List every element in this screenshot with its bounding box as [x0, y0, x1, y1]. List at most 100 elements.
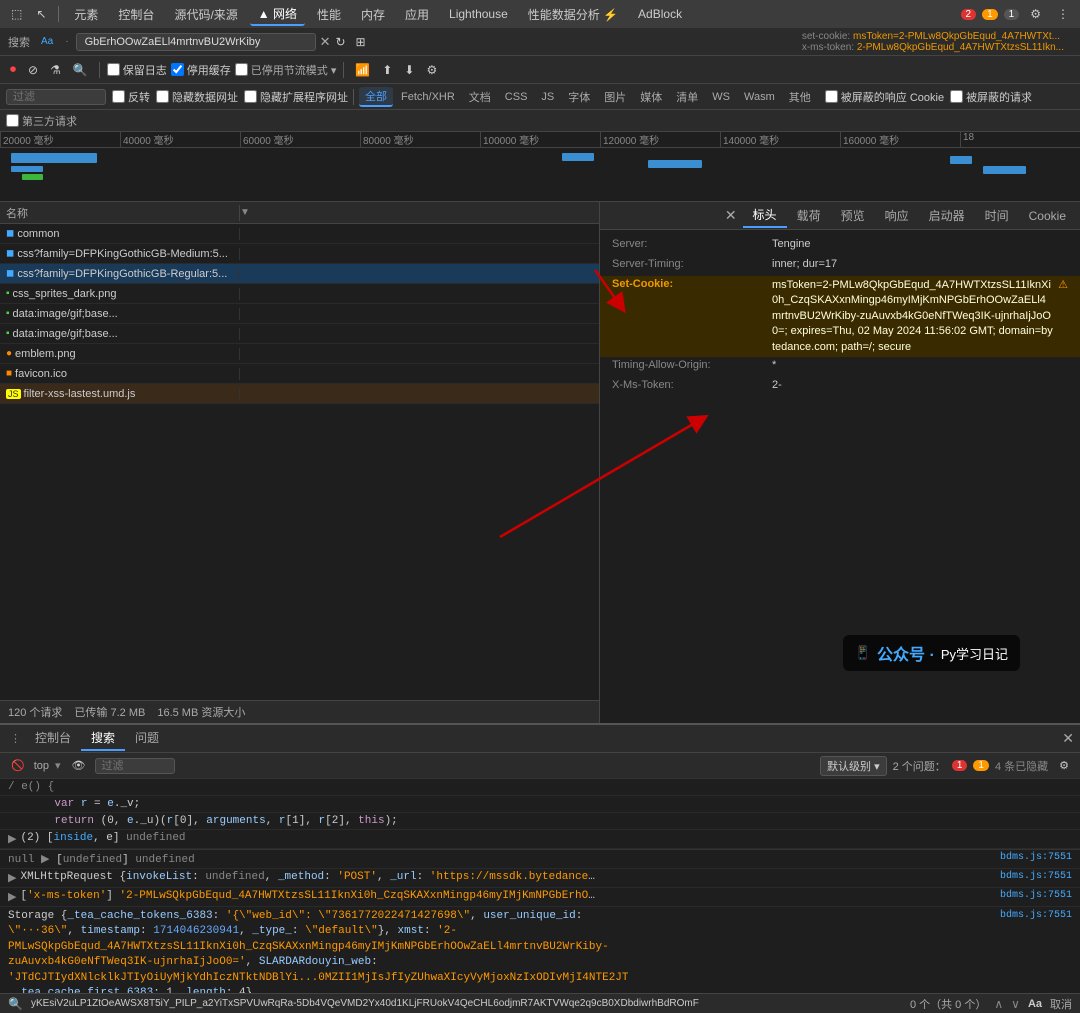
stop-btn[interactable]: ⊘	[24, 61, 42, 79]
search-format-btn[interactable]: Aa	[36, 34, 58, 49]
record-btn[interactable]: ⏺	[6, 60, 20, 79]
cache-checked-label[interactable]: 已停用节流模式 ▾	[235, 62, 337, 78]
blocked-cookie-checkbox[interactable]	[825, 90, 838, 103]
filter-img[interactable]: 图片	[598, 88, 632, 106]
tab-performance[interactable]: 性能	[309, 4, 349, 25]
tab-sources[interactable]: 源代码/来源	[166, 4, 245, 25]
preserve-log-checkbox[interactable]	[107, 63, 120, 76]
third-party-checkbox[interactable]	[6, 114, 19, 127]
blocked-cookie-label[interactable]: 被屏蔽的响应 Cookie	[825, 89, 944, 105]
tab-initiator[interactable]: 启动器	[919, 204, 975, 227]
entry-source[interactable]: bdms.js:7551	[1000, 852, 1072, 863]
console-settings-btn[interactable]: ⚙	[1054, 757, 1074, 774]
tab-response[interactable]: 响应	[875, 204, 919, 227]
filter-network-btn[interactable]: ⚗	[46, 61, 65, 79]
disable-cache-checkbox[interactable]	[171, 63, 184, 76]
tab-network[interactable]: ▲ 网络	[250, 3, 305, 26]
table-row[interactable]: ◼ common	[0, 224, 599, 244]
hide-ext-checkbox[interactable]	[244, 90, 257, 103]
table-row[interactable]: ◼ css?family=DFPKingGothicGB-Regular:5..…	[0, 264, 599, 284]
search-input[interactable]	[76, 33, 316, 51]
next-match-btn[interactable]: ∨	[1011, 997, 1020, 1011]
settings-btn[interactable]: ⚙	[1025, 5, 1046, 23]
settings-gear-btn[interactable]: ⚙	[422, 61, 441, 79]
sort-btn[interactable]: ▼	[240, 207, 250, 218]
search-refresh-btn[interactable]: ↻	[330, 33, 350, 51]
prev-match-btn[interactable]: ∧	[994, 997, 1003, 1011]
hide-data-checkbox[interactable]	[156, 90, 169, 103]
toolbar-icon-1[interactable]: ⬚	[6, 5, 27, 23]
preserve-log-label[interactable]: 保留日志	[107, 62, 167, 78]
table-row[interactable]: ▪ data:image/gif;base...	[0, 324, 599, 344]
entry-source[interactable]: bdms.js:7551	[1000, 871, 1072, 882]
tab-timing[interactable]: 时间	[975, 204, 1019, 227]
download-btn[interactable]: ⬇	[400, 61, 418, 79]
tab-perf-insights[interactable]: 性能数据分析 ⚡	[520, 4, 626, 25]
header-row-timing-allow: Timing-Allow-Origin: *	[600, 357, 1080, 377]
filter-wasm[interactable]: Wasm	[738, 90, 781, 104]
third-party-label[interactable]: 第三方请求	[6, 113, 77, 129]
table-row[interactable]: ■ favicon.ico	[0, 364, 599, 384]
tab-headers[interactable]: 标头	[743, 203, 787, 228]
tab-application[interactable]: 应用	[397, 4, 437, 25]
tab-memory[interactable]: 内存	[353, 4, 393, 25]
table-row[interactable]: JS filter-xss-lastest.umd.js	[0, 384, 599, 404]
blocked-req-checkbox[interactable]	[950, 90, 963, 103]
filter-manifest[interactable]: 清单	[670, 88, 704, 106]
tab-adblock[interactable]: AdBlock	[630, 5, 690, 23]
table-row[interactable]: ● emblem.png	[0, 344, 599, 364]
bottom-tab-issues[interactable]: 问题	[125, 726, 169, 751]
more-btn[interactable]: ⋮	[1052, 5, 1074, 23]
cancel-btn[interactable]: 取消	[1050, 996, 1072, 1012]
invert-checkbox[interactable]	[112, 90, 125, 103]
tab-console[interactable]: 控制台	[110, 4, 162, 25]
hide-ext-label[interactable]: 隐藏扩展程序网址	[244, 89, 348, 105]
expand-arrow[interactable]: ▶	[8, 890, 16, 904]
bottom-drag-handle[interactable]: ⋮	[6, 732, 25, 745]
right-close-btn[interactable]: ✕	[719, 207, 743, 224]
search-settings-btn[interactable]: ⊞	[351, 33, 371, 51]
filter-ws[interactable]: WS	[706, 90, 736, 104]
tab-preview[interactable]: 预览	[831, 204, 875, 227]
console-eye-btn[interactable]: 👁	[67, 757, 91, 774]
tab-elements[interactable]: 元素	[66, 4, 106, 25]
console-filter-input[interactable]	[95, 758, 175, 774]
toolbar-icon-2[interactable]: ↖	[31, 5, 51, 23]
expand-arrow[interactable]: ▶	[8, 871, 16, 885]
search-network-btn[interactable]: 🔍	[69, 61, 92, 79]
expand-arrow[interactable]: ▶	[8, 832, 16, 846]
bottom-close-btn[interactable]: ✕	[1062, 730, 1074, 747]
upload-btn[interactable]: ⬆	[378, 61, 396, 79]
filter-font[interactable]: 字体	[562, 88, 596, 106]
wifi-btn[interactable]: 📶	[351, 61, 374, 79]
table-row[interactable]: ▪ data:image/gif;base...	[0, 304, 599, 324]
entry-source[interactable]: bdms.js:7551	[1000, 909, 1072, 923]
search-clear-btn[interactable]: ✕	[320, 34, 331, 50]
tab-cookie[interactable]: Cookie	[1019, 206, 1076, 226]
blocked-req-label[interactable]: 被屏蔽的请求	[950, 89, 1032, 105]
search-dot-btn[interactable]: ·	[60, 34, 73, 49]
filter-js[interactable]: JS	[535, 90, 560, 104]
console-clear-btn[interactable]: 🚫	[6, 757, 30, 774]
filter-other[interactable]: 其他	[783, 88, 817, 106]
filter-media[interactable]: 媒体	[634, 88, 668, 106]
filter-css[interactable]: CSS	[499, 90, 534, 104]
filter-fetch[interactable]: Fetch/XHR	[395, 90, 461, 104]
table-row[interactable]: ◼ css?family=DFPKingGothicGB-Medium:5...	[0, 244, 599, 264]
default-level-selector[interactable]: 默认级别 ▾	[820, 756, 887, 776]
cache-status-checkbox[interactable]	[235, 63, 248, 76]
hide-data-label[interactable]: 隐藏数据网址	[156, 89, 238, 105]
filter-all[interactable]: 全部	[359, 87, 393, 107]
filter-input[interactable]	[6, 89, 106, 105]
table-row[interactable]: ▪ css_sprites_dark.png	[0, 284, 599, 304]
tab-lighthouse[interactable]: Lighthouse	[441, 5, 516, 23]
tab-payload[interactable]: 载荷	[787, 204, 831, 227]
bottom-tab-console[interactable]: 控制台	[25, 726, 81, 751]
entry-source[interactable]: bdms.js:7551	[1000, 890, 1072, 901]
invert-label[interactable]: 反转	[112, 89, 150, 105]
disable-cache-label[interactable]: 停用缓存	[171, 62, 231, 78]
filter-doc[interactable]: 文档	[463, 88, 497, 106]
bottom-tab-search[interactable]: 搜索	[81, 726, 125, 751]
aa-label: Aa	[1028, 998, 1042, 1010]
request-list[interactable]: ◼ common ◼ css?family=DFPKingGothicGB-Me…	[0, 224, 599, 700]
